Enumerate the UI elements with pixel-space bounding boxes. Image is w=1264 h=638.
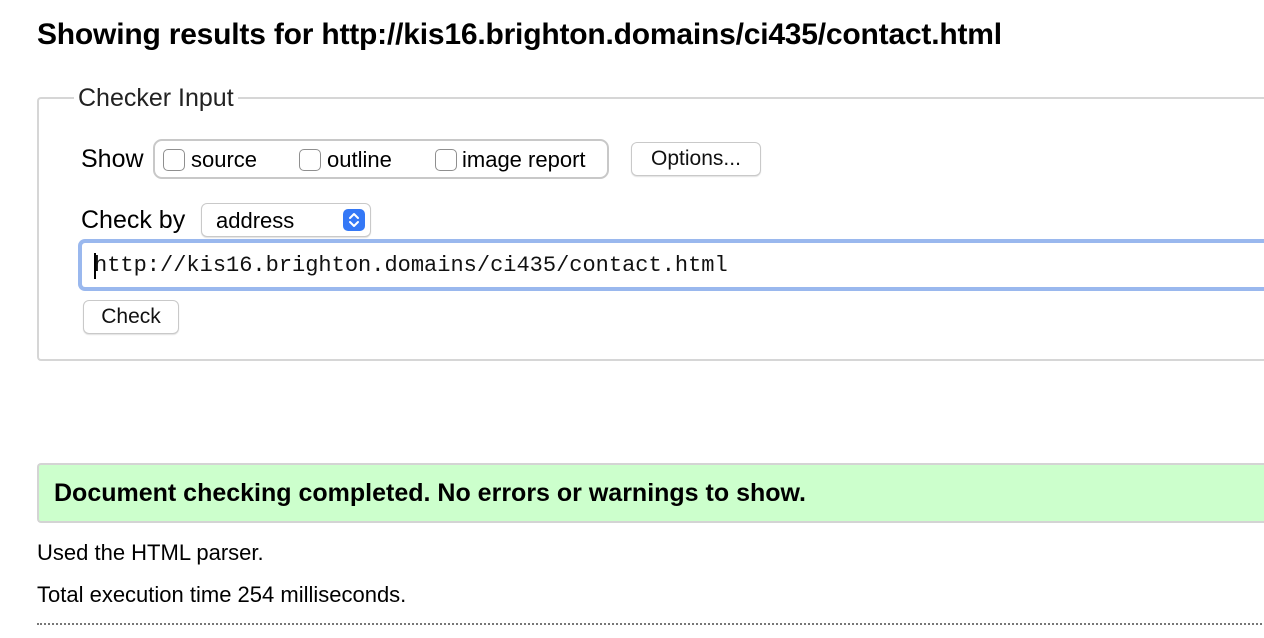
parser-info: Used the HTML parser. (37, 540, 264, 565)
checker-input-legend: Checker Input (74, 84, 238, 113)
url-input-value: http://kis16.brighton.domains/ci435/cont… (94, 253, 728, 278)
source-label[interactable]: source (191, 147, 257, 173)
text-caret (94, 253, 96, 279)
outline-label[interactable]: outline (327, 147, 392, 173)
success-message: Document checking completed. No errors o… (54, 479, 806, 507)
options-button[interactable]: Options... (631, 142, 761, 176)
show-options-group: source outline image report (153, 139, 609, 179)
source-checkbox[interactable] (163, 149, 185, 171)
page-title: Showing results for http://kis16.brighto… (37, 18, 1002, 51)
check-button[interactable]: Check (83, 300, 179, 334)
dotted-divider (37, 623, 1264, 625)
image-report-label[interactable]: image report (462, 147, 586, 173)
url-input[interactable]: http://kis16.brighton.domains/ci435/cont… (78, 239, 1264, 291)
outline-checkbox[interactable] (299, 149, 321, 171)
execution-time-info: Total execution time 254 milliseconds. (37, 582, 407, 607)
success-message-box: Document checking completed. No errors o… (37, 463, 1264, 523)
check-by-label: Check by (81, 206, 186, 234)
chevron-up-down-icon (343, 209, 365, 231)
show-label: Show (81, 145, 144, 173)
check-by-select-value: address (216, 208, 295, 233)
image-report-checkbox[interactable] (435, 149, 457, 171)
check-by-select[interactable]: address (201, 203, 371, 237)
